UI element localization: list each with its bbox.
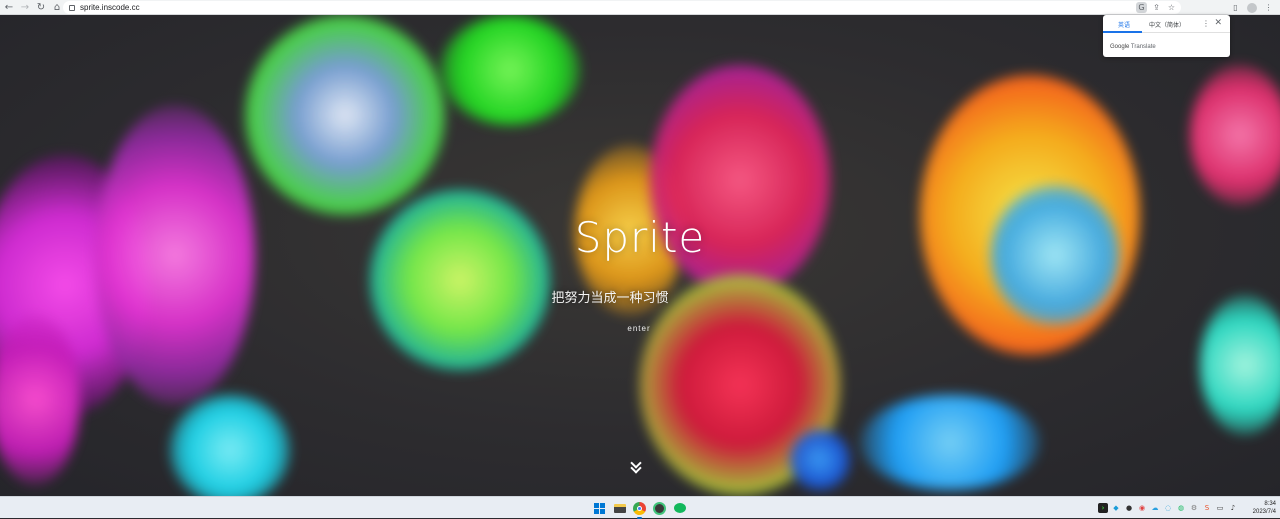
lock-icon[interactable] xyxy=(69,4,75,11)
url-text[interactable]: sprite.inscode.cc xyxy=(80,3,140,12)
wechat-tray-icon[interactable]: ◍ xyxy=(1176,503,1186,513)
back-icon[interactable]: ← xyxy=(2,0,16,14)
fluid-background xyxy=(170,395,290,496)
home-icon[interactable]: ⌂ xyxy=(50,0,64,14)
brand-translate: Translate xyxy=(1130,44,1156,50)
clock-time: 8:34 xyxy=(1264,501,1276,507)
display-icon[interactable]: ▭ xyxy=(1215,503,1225,513)
forward-icon[interactable]: → xyxy=(18,0,32,14)
profile-icon[interactable] xyxy=(1247,2,1257,13)
app-tray-icon[interactable]: ◆ xyxy=(1111,503,1121,513)
page-viewport: Sprite 把努力当成一种习惯 enter xyxy=(0,15,1280,496)
brand-google: Google xyxy=(1110,44,1130,50)
file-explorer-icon[interactable] xyxy=(612,501,627,516)
clock-date: 2023/7/4 xyxy=(1252,509,1276,515)
bookmark-star-icon[interactable]: ☆ xyxy=(1166,2,1177,13)
close-icon[interactable]: ✕ xyxy=(1214,18,1222,28)
enter-link[interactable]: enter xyxy=(0,324,1278,333)
fluid-background xyxy=(1190,65,1280,205)
share-icon[interactable]: ⇪ xyxy=(1151,2,1162,13)
fluid-background xyxy=(790,430,850,490)
fluid-background xyxy=(440,15,580,125)
taskbar: › ◆ ● ◉ ☁ ◌ ◍ ⚙ S ▭ ♪ 8:34 2023/7/4 xyxy=(0,496,1280,519)
fluid-background xyxy=(860,395,1040,490)
volume-icon[interactable]: ♪ xyxy=(1228,503,1238,513)
terminal-icon[interactable]: › xyxy=(1098,503,1108,513)
scroll-down-icon[interactable] xyxy=(628,457,644,480)
translate-popup: 英语 中文（简体） ⋮ ✕ Google Translate xyxy=(1103,15,1230,57)
app-icon[interactable] xyxy=(652,501,667,516)
more-options-icon[interactable]: ⋮ xyxy=(1202,19,1210,28)
sogou-ime-icon[interactable]: S xyxy=(1202,503,1212,513)
wechat-icon[interactable] xyxy=(672,501,687,516)
tab-source-language[interactable]: 英语 xyxy=(1103,15,1143,33)
system-clock[interactable]: 8:34 2023/7/4 xyxy=(1238,500,1276,516)
hero-title: Sprite xyxy=(574,213,706,262)
side-panel-icon[interactable]: ▯ xyxy=(1230,2,1241,13)
network-tray-icon[interactable]: ◌ xyxy=(1163,503,1173,513)
settings-tray-icon[interactable]: ⚙ xyxy=(1189,503,1199,513)
browser-toolbar: ← → ↻ ⌂ sprite.inscode.cc G ⇪ ☆ ▯ ⋮ xyxy=(0,0,1280,15)
start-icon[interactable] xyxy=(592,501,607,516)
hero-subtitle: 把努力当成一种习惯 xyxy=(551,290,669,305)
menu-icon[interactable]: ⋮ xyxy=(1263,2,1274,13)
cloud-icon[interactable]: ☁ xyxy=(1150,503,1160,513)
app-tray-icon[interactable]: ◉ xyxy=(1137,503,1147,513)
qq-icon[interactable]: ● xyxy=(1124,503,1134,513)
reload-icon[interactable]: ↻ xyxy=(34,0,48,14)
translate-icon[interactable]: G xyxy=(1136,2,1147,13)
fluid-background xyxy=(1200,295,1280,435)
google-translate-brand: Google Translate xyxy=(1110,44,1156,50)
tab-target-language[interactable]: 中文（简体） xyxy=(1142,15,1192,33)
chrome-icon[interactable] xyxy=(632,501,647,519)
fluid-background xyxy=(245,15,445,215)
address-bar[interactable]: sprite.inscode.cc G ⇪ ☆ xyxy=(63,1,1181,14)
